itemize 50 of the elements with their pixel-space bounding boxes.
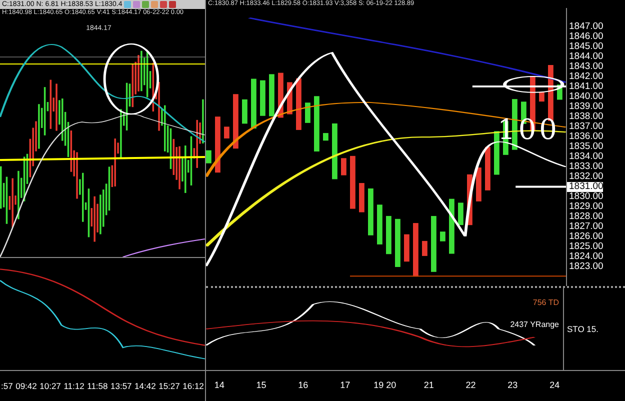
price-label: 1827.00 [568, 222, 604, 232]
price-label: 1828.00 [568, 212, 604, 222]
circle-annotation [504, 76, 564, 94]
sto-reading: STO 15. [567, 324, 600, 334]
price-label: 1845.00 [568, 42, 604, 52]
date-label: 22 [466, 380, 476, 390]
time-label: 15:27 [158, 381, 180, 391]
marker-line [516, 184, 566, 189]
indicator-label: 756 TD [532, 298, 559, 307]
price-label: 1834.00 [568, 152, 604, 162]
price-label: 1842.00 [568, 72, 604, 82]
price-label: 1843.00 [568, 62, 604, 72]
price-label: 1829.00 [568, 202, 604, 212]
indicator-label: 2437 YRange [510, 320, 559, 329]
price-label: 1835.00 [568, 142, 604, 152]
price-label: 1846.00 [568, 32, 604, 42]
price-label: 1831.00 [567, 182, 604, 192]
time-label: 16:12 [182, 381, 204, 391]
price-label: 1830.00 [568, 192, 604, 202]
date-label: 23 [508, 380, 518, 390]
date-label: 16 [298, 380, 308, 390]
time-label: 11:58 [87, 381, 108, 391]
price-label: 1847.00 [568, 22, 604, 32]
time-label: 14:42 [134, 381, 156, 391]
price-label: 1836.00 [568, 132, 604, 142]
price-label: 1841.00 [568, 82, 604, 92]
time-label: :57 [1, 381, 13, 391]
date-label: 19 [374, 380, 384, 390]
date-label: 14 [214, 380, 224, 390]
circle-annotation [104, 43, 159, 115]
price-label: 1837.00 [568, 122, 604, 132]
price-label: 1825.00 [568, 242, 604, 252]
time-label: 13:57 [110, 381, 132, 391]
price-label: 1833.00 [568, 162, 604, 172]
price-label: 1844.00 [568, 52, 604, 62]
time-label: 11:12 [64, 381, 84, 391]
price-label: 1838.00 [568, 112, 604, 122]
time-label: 10:27 [40, 381, 61, 391]
date-label: 20 [386, 380, 396, 390]
date-label: 21 [424, 380, 434, 390]
price-label: 1839.00 [568, 102, 604, 112]
date-label: 24 [550, 380, 560, 390]
time-label: 09:42 [16, 381, 37, 391]
price-label: 1824.00 [568, 252, 604, 262]
date-label: 17 [340, 380, 350, 390]
price-label: 1826.00 [568, 232, 604, 242]
price-label: 1832.00 [568, 172, 604, 182]
date-label: 15 [256, 380, 266, 390]
price-label: 1823.00 [568, 262, 604, 272]
price-label: 1840.00 [568, 92, 604, 102]
